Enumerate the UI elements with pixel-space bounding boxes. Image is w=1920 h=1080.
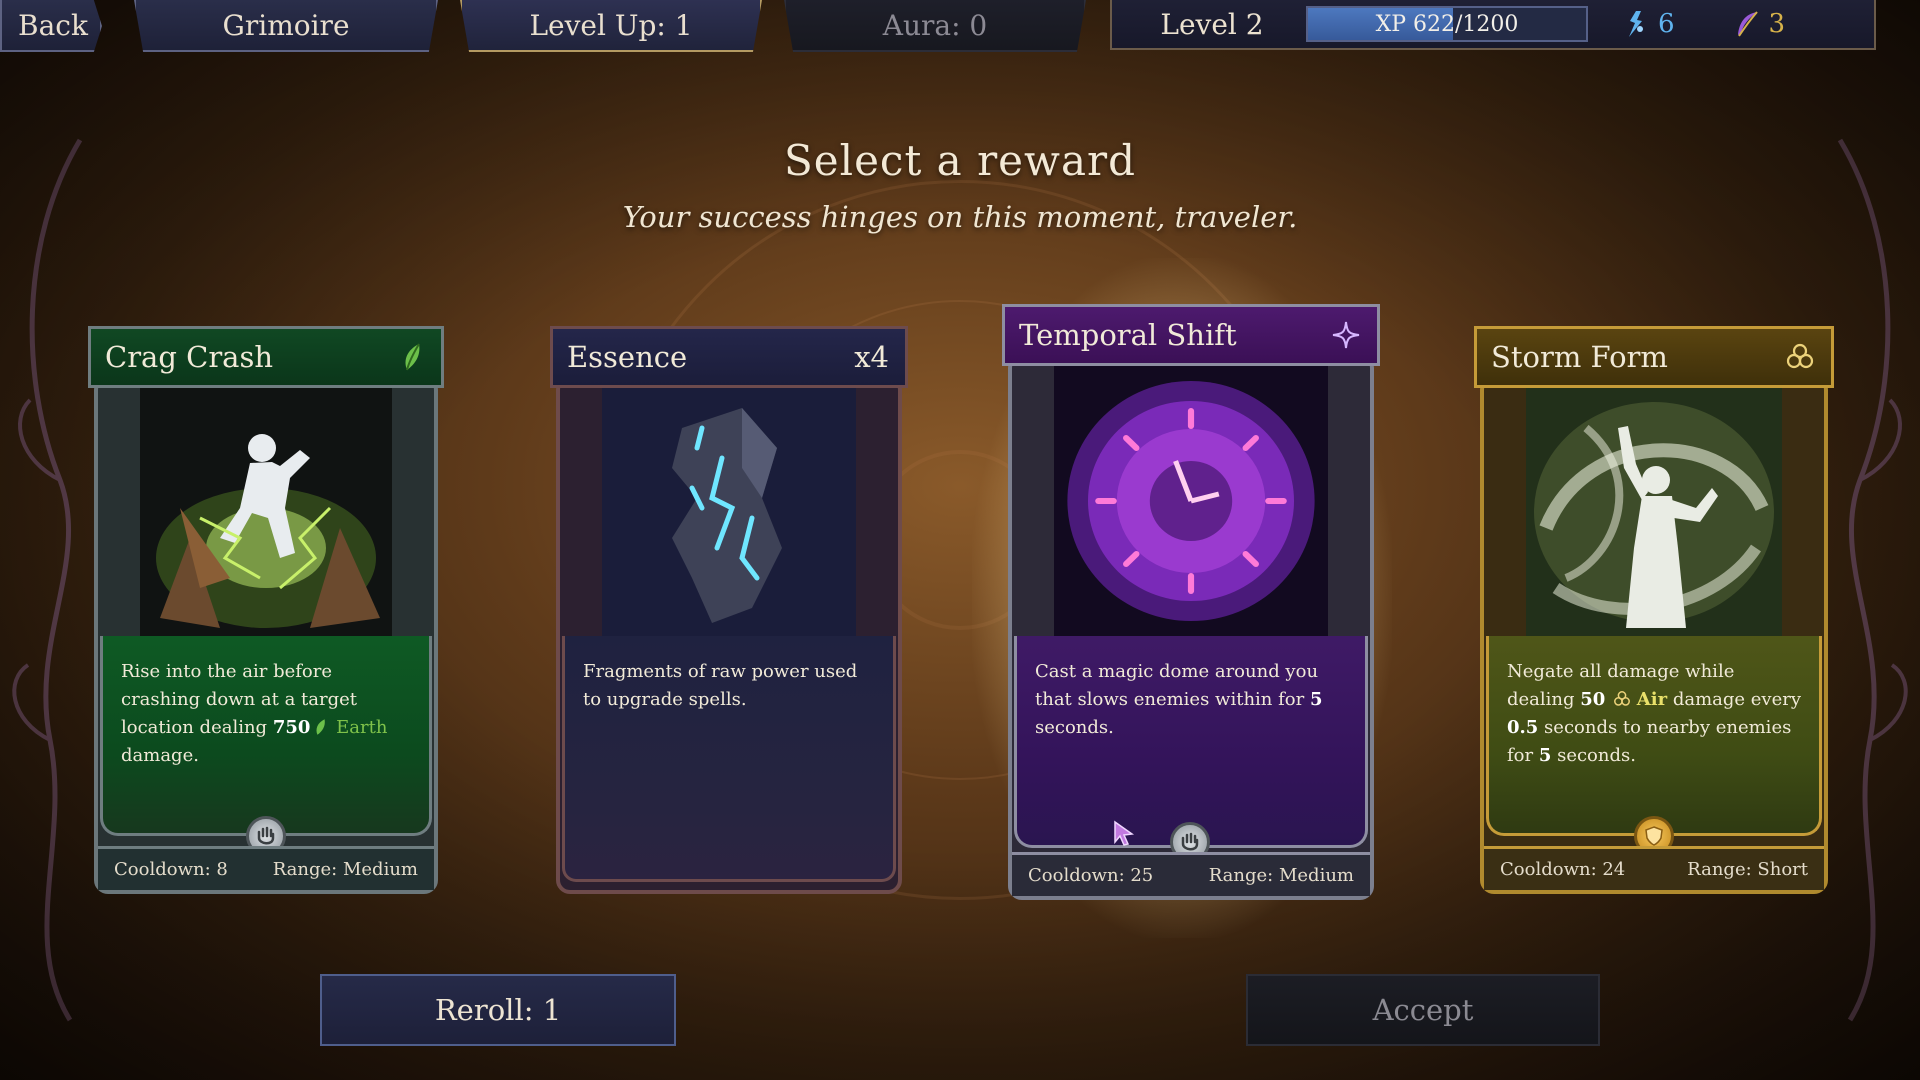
feather-icon bbox=[1737, 11, 1758, 37]
desc-text: damage every bbox=[1667, 689, 1802, 710]
cooldown-text: Cooldown: 24 bbox=[1500, 859, 1626, 880]
card-footer: Cooldown: 24 Range: Short bbox=[1484, 846, 1824, 890]
page-title: Select a reward bbox=[784, 136, 1136, 185]
card-footer: Cooldown: 8 Range: Medium bbox=[98, 846, 434, 890]
duration-value: 5 bbox=[1538, 745, 1552, 766]
card-art-storm-form bbox=[1526, 388, 1782, 636]
player-level: Level 2 bbox=[1160, 7, 1264, 41]
desc-text: Cast a magic dome around you that slows … bbox=[1035, 661, 1319, 710]
top-bar: Back Grimoire Level Up: 1 Aura: 0 Level … bbox=[0, 0, 1920, 56]
back-button[interactable]: Back bbox=[0, 0, 102, 52]
feather-counter: 3 bbox=[1733, 9, 1786, 39]
desc-text: Fragments of raw power used to upgrade s… bbox=[583, 661, 858, 710]
cooldown-text: Cooldown: 8 bbox=[114, 859, 228, 880]
tab-level-up[interactable]: Level Up: 1 bbox=[460, 0, 762, 52]
feather-count: 3 bbox=[1768, 9, 1786, 39]
card-art-crag-crash bbox=[140, 388, 392, 636]
desc-text: seconds. bbox=[1551, 745, 1636, 766]
card-title: Crag Crash bbox=[105, 340, 274, 374]
xp-text: XP 622/1200 bbox=[1375, 11, 1519, 37]
range-text: Range: Medium bbox=[272, 859, 418, 880]
cursor-icon bbox=[1114, 820, 1135, 846]
desc-text: damage. bbox=[121, 745, 199, 766]
card-description: Rise into the air before crashing down a… bbox=[100, 636, 432, 836]
range-text: Range: Short bbox=[1687, 859, 1808, 880]
card-title: Temporal Shift bbox=[1019, 318, 1237, 352]
reward-card-crag-crash[interactable]: Crag Crash Rise into the air before cras… bbox=[88, 326, 444, 894]
element-earth: Earth bbox=[336, 717, 388, 738]
card-art-essence bbox=[602, 388, 856, 636]
xp-bar: XP 622/1200 bbox=[1306, 6, 1588, 42]
reward-card-storm-form[interactable]: Storm Form Negate all damage while deali… bbox=[1474, 326, 1834, 894]
reward-card-temporal-shift[interactable]: Temporal Shift Cast a magic dome around … bbox=[1002, 304, 1380, 900]
player-status-panel: Level 2 XP 622/1200 6 3 bbox=[1110, 0, 1876, 50]
card-title: Storm Form bbox=[1491, 340, 1668, 374]
duration-value: 5 bbox=[1309, 689, 1323, 710]
essence-count: x4 bbox=[854, 340, 889, 374]
card-art-temporal-shift bbox=[1054, 366, 1328, 636]
card-footer: Cooldown: 25 Range: Medium bbox=[1012, 852, 1370, 896]
card-description: Cast a magic dome around you that slows … bbox=[1014, 636, 1368, 848]
card-description: Negate all damage while dealing 50 Air d… bbox=[1486, 636, 1822, 836]
element-air: Air bbox=[1636, 689, 1668, 710]
crystal-icon bbox=[1629, 11, 1643, 37]
card-header: Essence x4 bbox=[550, 326, 908, 388]
card-header: Crag Crash bbox=[88, 326, 444, 388]
page-subtitle: Your success hinges on this moment, trav… bbox=[622, 200, 1298, 234]
reroll-button[interactable]: Reroll: 1 bbox=[320, 974, 676, 1046]
card-header: Temporal Shift bbox=[1002, 304, 1380, 366]
tab-grimoire[interactable]: Grimoire bbox=[134, 0, 438, 52]
triskelion-icon bbox=[1614, 691, 1631, 706]
leaf-icon bbox=[316, 719, 326, 735]
card-header: Storm Form bbox=[1474, 326, 1834, 388]
accept-button[interactable]: Accept bbox=[1246, 974, 1600, 1046]
damage-value: 50 bbox=[1580, 689, 1606, 710]
sparkle-icon bbox=[1332, 321, 1360, 349]
cooldown-text: Cooldown: 25 bbox=[1028, 865, 1154, 886]
reward-card-essence[interactable]: Essence x4 Fragments of raw power used t… bbox=[550, 326, 908, 894]
interval-value: 0.5 bbox=[1507, 717, 1539, 738]
tab-aura[interactable]: Aura: 0 bbox=[784, 0, 1086, 52]
card-description: Fragments of raw power used to upgrade s… bbox=[562, 636, 896, 882]
leaf-icon bbox=[405, 343, 420, 371]
range-text: Range: Medium bbox=[1208, 865, 1354, 886]
card-title: Essence bbox=[567, 340, 688, 374]
triskelion-icon bbox=[1786, 343, 1814, 369]
desc-text: seconds. bbox=[1035, 717, 1114, 738]
crystal-count: 6 bbox=[1658, 9, 1675, 39]
damage-value: 750 bbox=[272, 717, 311, 738]
crystal-counter: 6 bbox=[1622, 9, 1675, 39]
